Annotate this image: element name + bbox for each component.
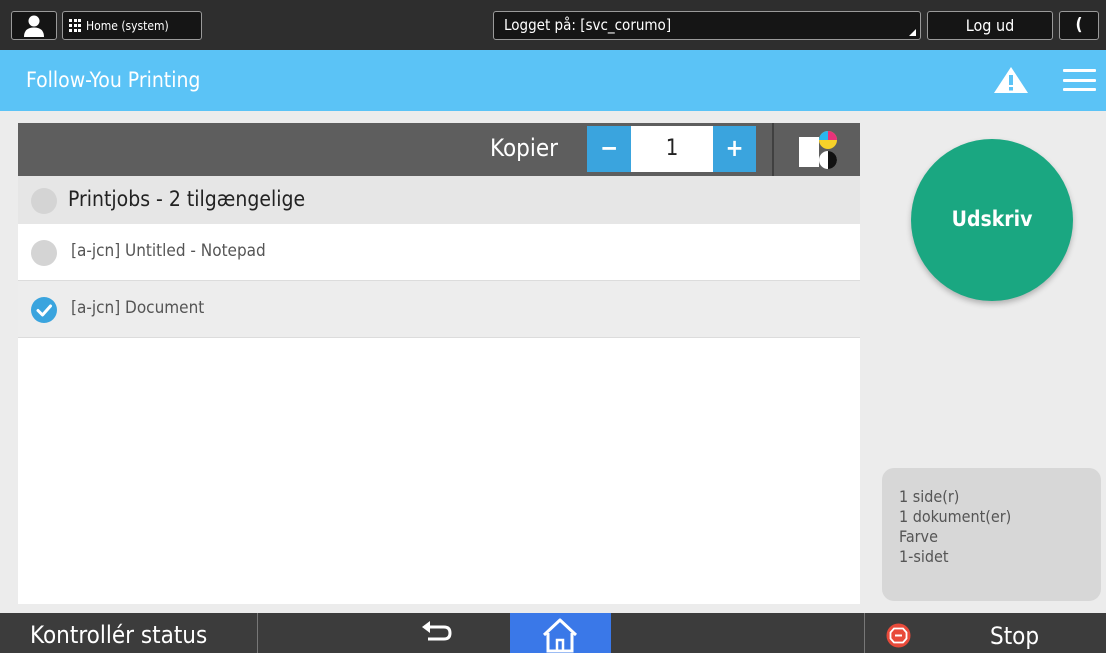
job-row[interactable]: [a-jcn] Untitled - Notepad — [18, 224, 860, 281]
user-button[interactable] — [11, 11, 57, 40]
color-mode-icon[interactable] — [797, 129, 842, 171]
summary-pages: 1 side(r) — [899, 487, 960, 506]
decrease-copies-button[interactable]: − — [587, 126, 631, 172]
stop-label: Stop — [990, 622, 1040, 650]
job-label: [a-jcn] Untitled - Notepad — [71, 241, 266, 261]
logout-label: Log ud — [965, 16, 1015, 35]
summary-sides: 1-sidet — [899, 547, 949, 566]
home-button[interactable] — [510, 613, 611, 653]
home-icon — [542, 618, 578, 653]
job-label: [a-jcn] Document — [71, 298, 205, 318]
energy-saver-button[interactable]: ( — [1059, 11, 1099, 40]
logged-in-label: Logget på: [svc_corumo] — [504, 16, 672, 34]
copies-value[interactable]: 1 — [631, 126, 713, 172]
check-status-button[interactable]: Kontrollér status — [0, 613, 258, 653]
job-row[interactable]: [a-jcn] Document — [18, 281, 860, 338]
hamburger-menu-icon[interactable] — [1063, 69, 1096, 91]
increase-copies-button[interactable]: + — [713, 126, 756, 172]
moon-icon: ( — [1075, 15, 1083, 35]
print-button[interactable]: Udskriv — [911, 139, 1073, 301]
select-all-radio[interactable] — [31, 188, 57, 214]
job-radio-checked[interactable] — [31, 297, 57, 323]
divider — [772, 123, 774, 176]
home-system-button[interactable]: Home (system) — [62, 11, 202, 40]
dropdown-corner-icon — [909, 29, 916, 36]
stop-icon — [886, 623, 911, 648]
print-summary: 1 side(r) 1 dokument(er) Farve 1-sidet — [882, 468, 1101, 601]
user-icon — [24, 15, 44, 37]
apps-grid-icon — [69, 19, 82, 32]
summary-documents: 1 dokument(er) — [899, 507, 1012, 526]
checkmark-icon — [36, 304, 52, 317]
warning-icon[interactable] — [993, 66, 1029, 94]
summary-color: Farve — [899, 527, 938, 546]
job-radio[interactable] — [31, 240, 57, 266]
logout-button[interactable]: Log ud — [927, 11, 1053, 40]
app-title: Follow-You Printing — [26, 68, 201, 92]
job-list-title: Printjobs - 2 tilgængelige — [68, 187, 306, 211]
back-arrow-icon[interactable] — [410, 613, 462, 653]
title-bar: Follow-You Printing — [0, 50, 1106, 111]
copies-label: Kopier — [490, 134, 559, 162]
home-system-label: Home (system) — [86, 18, 169, 33]
logged-in-dropdown[interactable]: Logget på: [svc_corumo] — [493, 11, 921, 40]
